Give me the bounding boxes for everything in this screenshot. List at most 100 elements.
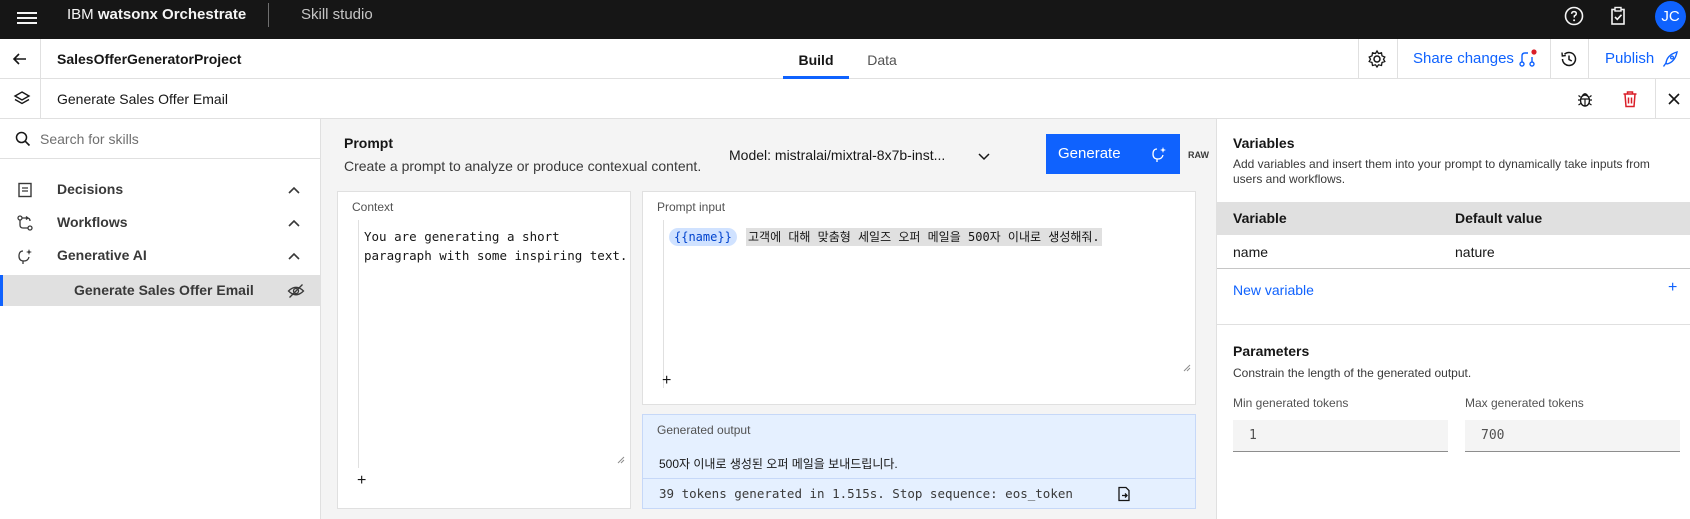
divider	[358, 220, 359, 468]
variables-title: Variables	[1233, 135, 1295, 151]
variable-name-cell: name	[1233, 244, 1269, 260]
parameters-title: Parameters	[1233, 343, 1310, 359]
column-header-default-value: Default value	[1455, 210, 1543, 226]
min-tokens-label: Min generated tokens	[1233, 396, 1349, 410]
divider	[1358, 39, 1359, 79]
add-input-icon[interactable]: +	[662, 372, 671, 390]
divider	[663, 220, 664, 388]
avatar[interactable]: JC	[1655, 1, 1686, 32]
close-icon[interactable]	[1664, 89, 1684, 109]
rocket-icon[interactable]	[1660, 48, 1682, 70]
context-panel: Context You are generating a short parag…	[337, 191, 631, 509]
skills-sidebar: Decisions Workflows Generative AI Genera…	[0, 119, 321, 519]
generate-button[interactable]: Generate	[1046, 134, 1180, 174]
prompt-input-label: Prompt input	[657, 200, 726, 214]
tab-data[interactable]: Data	[849, 39, 915, 79]
variable-chip[interactable]: {{name}}	[669, 228, 737, 246]
output-stats: 39 tokens generated in 1.515s. Stop sequ…	[659, 486, 1073, 501]
resize-handle-icon[interactable]	[617, 456, 625, 464]
tab-build[interactable]: Build	[783, 39, 849, 79]
new-variable-button[interactable]: New variable	[1233, 282, 1314, 298]
debug-bug-icon[interactable]	[1574, 88, 1596, 110]
generated-output-text: 500자 이내로 생성된 오퍼 메일을 보내드립니다.	[659, 457, 898, 471]
model-selector[interactable]: Model: mistralai/mixtral-8x7b-inst...	[729, 147, 945, 163]
divider	[1655, 79, 1656, 119]
generated-output-panel: Generated output 500자 이내로 생성된 오퍼 메일을 보내드…	[642, 414, 1196, 509]
menu-icon[interactable]	[17, 9, 37, 29]
search-icon	[15, 131, 31, 147]
sidebar-item-label: Generative AI	[57, 247, 147, 263]
sidebar-item-label: Decisions	[57, 181, 124, 197]
share-changes-icon[interactable]	[1516, 48, 1538, 70]
divider	[1550, 39, 1551, 79]
prompt-title: Prompt	[344, 135, 393, 151]
share-label: Share changes	[1413, 50, 1514, 67]
sidebar-item-decisions[interactable]: Decisions	[0, 173, 320, 206]
project-name: SalesOfferGeneratorProject	[57, 51, 242, 67]
divider	[1397, 39, 1398, 79]
add-context-icon[interactable]: +	[357, 472, 366, 490]
help-icon[interactable]	[1563, 5, 1585, 27]
chevron-down-icon[interactable]	[977, 149, 991, 163]
chevron-up-icon[interactable]	[287, 184, 301, 196]
ai-spark-icon	[1152, 147, 1166, 162]
prompt-editor: Prompt Create a prompt to analyze or pro…	[321, 119, 1216, 519]
variables-panel: Variables Add variables and insert them …	[1216, 119, 1690, 519]
publish-button[interactable]: Publish	[1605, 39, 1654, 79]
publish-label: Publish	[1605, 50, 1655, 67]
resize-handle-icon[interactable]	[1183, 364, 1191, 372]
chevron-up-icon[interactable]	[287, 250, 301, 262]
skill-search	[0, 119, 320, 159]
context-label: Context	[352, 200, 394, 214]
layers-icon[interactable]	[12, 89, 32, 109]
eye-hidden-icon[interactable]	[286, 281, 306, 301]
settings-gear-icon[interactable]	[1366, 48, 1388, 70]
column-header-variable: Variable	[1233, 210, 1287, 226]
top-header: IBM watsonx Orchestrate Skill studio JC	[0, 0, 1690, 39]
brand-name: watsonx Orchestrate	[97, 6, 247, 23]
divider	[40, 39, 41, 79]
back-arrow-icon[interactable]	[10, 49, 30, 69]
generated-output-label: Generated output	[657, 423, 751, 437]
model-label: Model: mistralai/mixtral-8x7b-inst...	[729, 147, 946, 163]
default-value-cell: nature	[1455, 244, 1495, 260]
flow-icon	[17, 215, 33, 231]
sidebar-item-workflows[interactable]: Workflows	[0, 206, 320, 239]
table-row[interactable]: name nature	[1217, 235, 1690, 269]
sidebar-item-label: Generate Sales Offer Email	[74, 282, 254, 298]
raw-mode-toggle[interactable]: RAW	[1188, 150, 1209, 160]
generate-label: Generate	[1058, 145, 1121, 162]
delete-trash-icon[interactable]	[1619, 88, 1641, 110]
share-changes-button[interactable]: Share changes	[1413, 39, 1514, 79]
divider	[1588, 39, 1589, 79]
parameters-description: Constrain the length of the generated ou…	[1233, 366, 1472, 380]
skill-name: Generate Sales Offer Email	[57, 91, 228, 107]
sidebar-item-generative-ai[interactable]: Generative AI	[0, 239, 320, 272]
context-textarea[interactable]: You are generating a short paragraph wit…	[364, 227, 629, 265]
sidebar-item-label: Workflows	[57, 214, 128, 230]
history-icon[interactable]	[1558, 48, 1580, 70]
brand-title: IBM watsonx Orchestrate	[67, 0, 246, 39]
max-tokens-label: Max generated tokens	[1465, 396, 1584, 410]
variables-table-header: Variable Default value	[1217, 202, 1690, 235]
header-divider	[268, 3, 269, 27]
search-input[interactable]	[40, 127, 300, 151]
output-footer: 39 tokens generated in 1.515s. Stop sequ…	[643, 478, 1195, 509]
chevron-up-icon[interactable]	[287, 217, 301, 229]
divider	[40, 79, 41, 119]
divider	[1217, 324, 1690, 325]
copy-to-context-icon[interactable]	[1115, 485, 1133, 503]
prompt-input-panel: Prompt input {{name}} 고객에 대해 맞춤형 세일즈 오퍼 …	[642, 191, 1196, 405]
brand-prefix: IBM	[67, 6, 98, 23]
clipboard-icon[interactable]	[1607, 5, 1629, 27]
min-tokens-input[interactable]	[1233, 420, 1448, 452]
prompt-input-text[interactable]: 고객에 대해 맞춤형 세일즈 오퍼 메일을 500자 이내로 생성해줘.	[746, 228, 1102, 246]
app-name[interactable]: Skill studio	[301, 0, 373, 30]
max-tokens-input[interactable]	[1465, 420, 1680, 452]
sidebar-item-generate-sales-offer-email[interactable]: Generate Sales Offer Email	[0, 275, 320, 306]
ai-spark-icon	[18, 249, 32, 264]
add-variable-icon[interactable]: +	[1668, 279, 1677, 297]
variables-description: Add variables and insert them into your …	[1233, 157, 1650, 186]
prompt-description: Create a prompt to analyze or produce co…	[344, 158, 702, 174]
project-bar: SalesOfferGeneratorProject Build Data Sh…	[0, 39, 1690, 79]
